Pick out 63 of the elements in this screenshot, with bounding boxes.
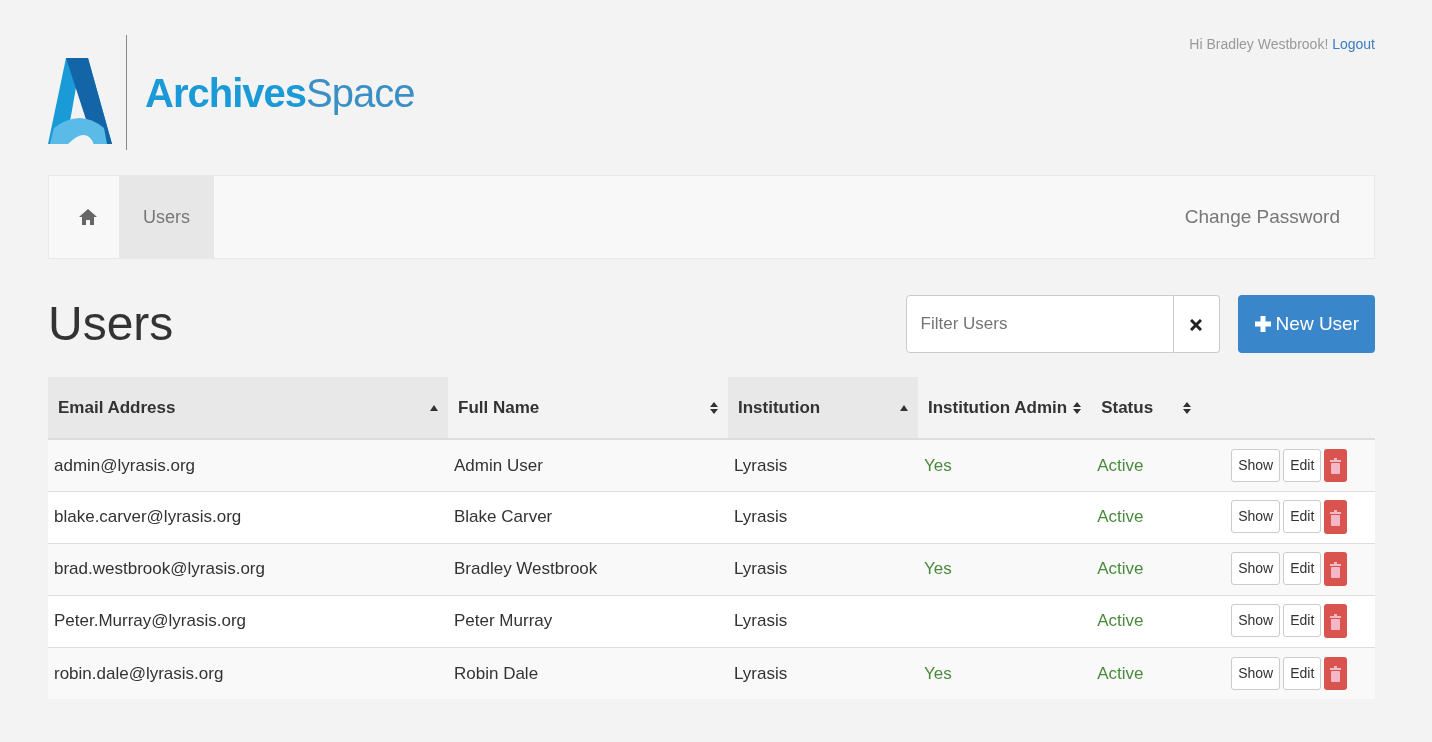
show-button[interactable]: Show: [1231, 448, 1281, 482]
clear-button[interactable]: [1173, 295, 1220, 353]
name-cell: Robin Dale: [454, 663, 539, 683]
trash-icon: [1330, 561, 1342, 578]
name-cell: Bradley Westbrook: [454, 559, 598, 579]
trash-icon: [1330, 666, 1342, 682]
institution-cell: Lyrasis: [734, 663, 788, 683]
column-header[interactable]: Institution: [728, 377, 918, 439]
delete-button[interactable]: [1324, 500, 1348, 534]
breadcrumb-item[interactable]: Users: [119, 176, 214, 258]
name-cell: Blake Carver: [454, 507, 553, 527]
logout-link[interactable]: Logout: [1332, 36, 1375, 52]
filter-field[interactable]: Filter Users: [905, 295, 1174, 353]
trash-icon: [1330, 458, 1342, 474]
edit-button[interactable]: Edit: [1283, 656, 1322, 690]
sort-icon: [1183, 401, 1192, 414]
brand-logo: ArchivesSpace: [145, 69, 415, 117]
email-cell: admin@lyrasis.org: [54, 455, 196, 475]
home-icon: [79, 208, 97, 226]
logo-icon: [48, 57, 112, 144]
edit-button[interactable]: Edit: [1283, 552, 1322, 586]
institution-cell: Lyrasis: [734, 611, 788, 631]
show-button[interactable]: Show: [1231, 656, 1281, 690]
show-button[interactable]: Show: [1231, 552, 1281, 586]
email-cell: robin.dale@lyrasis.org: [54, 663, 224, 683]
new-user-button[interactable]: New User: [1237, 295, 1375, 353]
close-icon: [1190, 318, 1203, 331]
email-cell: blake.carver@lyrasis.org: [54, 507, 242, 527]
sort-ascending-icon: [430, 404, 438, 411]
trash-icon: [1330, 509, 1342, 526]
admin-cell: Yes: [924, 663, 952, 683]
delete-button[interactable]: [1324, 604, 1348, 638]
admin-cell: Yes: [924, 559, 952, 579]
show-button[interactable]: Show: [1231, 604, 1281, 638]
plus-icon: [1253, 315, 1272, 333]
name-cell: Peter Murray: [454, 611, 553, 631]
change-password-link[interactable]: Change Password: [1184, 176, 1374, 258]
delete-button[interactable]: [1324, 656, 1348, 690]
email-cell: Peter.Murray@lyrasis.org: [54, 611, 247, 631]
page-title: Users: [48, 296, 174, 353]
name-cell: Admin User: [454, 455, 543, 475]
institution-cell: Lyrasis: [734, 507, 788, 527]
edit-button[interactable]: Edit: [1283, 500, 1322, 534]
delete-button[interactable]: [1324, 448, 1348, 482]
institution-cell: Lyrasis: [734, 455, 788, 475]
edit-button[interactable]: Edit: [1283, 604, 1322, 638]
status-cell: Active: [1097, 663, 1144, 683]
sort-icon: [710, 401, 718, 414]
edit-button[interactable]: Edit: [1283, 448, 1322, 482]
trash-icon: [1330, 613, 1342, 630]
institution-cell: Lyrasis: [734, 559, 788, 579]
status-cell: Active: [1097, 455, 1144, 475]
sort-ascending-icon: [900, 404, 908, 411]
status-cell: Active: [1097, 507, 1144, 527]
show-button[interactable]: Show: [1231, 500, 1281, 534]
sort-icon: [1073, 401, 1082, 414]
email-cell: brad.westbrook@lyrasis.org: [54, 559, 265, 579]
admin-cell: Yes: [924, 455, 952, 475]
status-cell: Active: [1097, 559, 1144, 579]
column-header[interactable]: Email Address: [48, 377, 448, 439]
delete-button[interactable]: [1324, 552, 1348, 586]
status-cell: Active: [1097, 611, 1144, 631]
greeting-text: Hi Bradley Westbrook!: [1189, 36, 1330, 52]
